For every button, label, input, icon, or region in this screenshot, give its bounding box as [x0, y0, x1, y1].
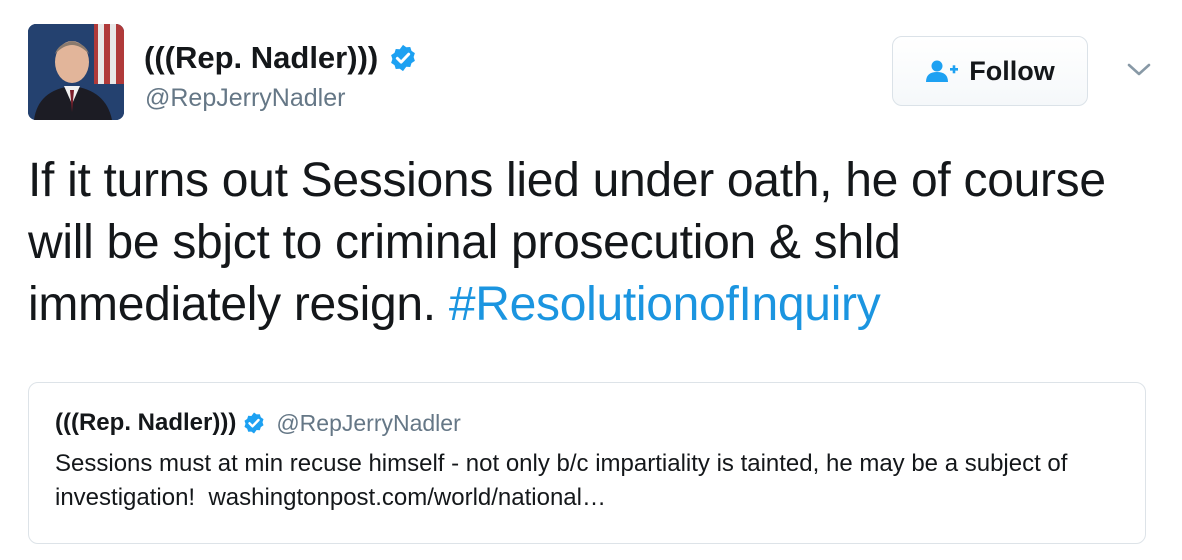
follow-button[interactable]: Follow [892, 36, 1088, 106]
quoted-author-name: (((Rep. Nadler))) [55, 409, 237, 436]
chevron-down-icon[interactable] [1124, 58, 1154, 82]
quoted-author-handle: @RepJerryNadler [276, 409, 461, 436]
quoted-tweet-link[interactable]: washingtonpost.com/world/national… [208, 484, 606, 511]
author-handle[interactable]: @RepJerryNadler [145, 84, 345, 113]
avatar-image [28, 24, 124, 120]
tweet-text: If it turns out Sessions lied under oath… [28, 150, 1158, 336]
avatar[interactable] [28, 24, 124, 120]
author-name-row: (((Rep. Nadler))) [144, 40, 418, 76]
author-display-name[interactable]: (((Rep. Nadler))) [144, 40, 378, 76]
follow-button-label: Follow [969, 55, 1055, 86]
quoted-tweet-text: Sessions must at min recuse himself - no… [55, 447, 1119, 515]
add-user-icon [925, 59, 959, 83]
quoted-tweet-card[interactable]: (((Rep. Nadler))) @RepJerryNadler Sessio… [28, 382, 1146, 544]
verified-badge-icon [242, 411, 266, 435]
quoted-tweet-header: (((Rep. Nadler))) @RepJerryNadler [55, 409, 1119, 437]
verified-badge-icon [388, 43, 418, 73]
hashtag-link[interactable]: #ResolutionofInquiry [449, 278, 881, 331]
